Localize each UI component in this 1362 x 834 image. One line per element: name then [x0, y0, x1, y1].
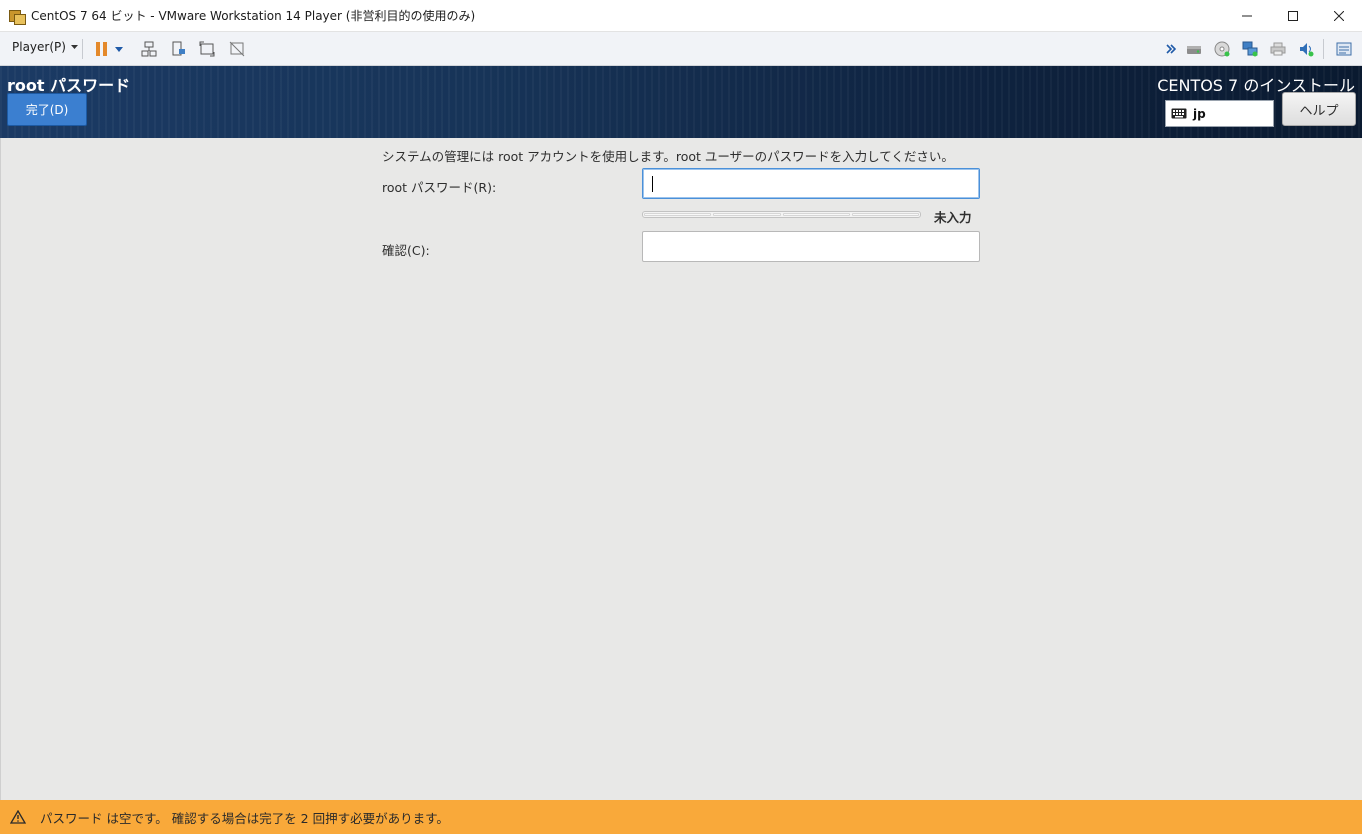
hard-disk-icon [1187, 46, 1201, 54]
network-icon [1242, 41, 1258, 57]
root-password-input[interactable] [642, 168, 980, 199]
fullscreen-icon [199, 41, 215, 57]
keyboard-layout-indicator[interactable]: jp [1165, 100, 1274, 127]
printer-icon [1270, 42, 1286, 56]
close-button[interactable] [1316, 0, 1362, 31]
window-title-bar: CentOS 7 64 ビット - VMware Workstation 14 … [0, 0, 1362, 32]
network-keys-icon [141, 41, 157, 57]
pause-dropdown[interactable] [113, 39, 125, 59]
keyboard-icon [1171, 108, 1187, 119]
chevron-down-icon [115, 46, 123, 52]
message-log-button[interactable] [1334, 39, 1354, 59]
sound-icon [1300, 43, 1314, 57]
vmware-app-icon [9, 8, 26, 25]
warning-icon [10, 810, 26, 824]
toolbar-divider [1323, 39, 1324, 59]
close-icon [1334, 10, 1344, 21]
window-title: CentOS 7 64 ビット - VMware Workstation 14 … [31, 9, 476, 23]
player-toolbar: Player(P) [0, 32, 1362, 66]
root-password-form: システムの管理には root アカウントを使用します。root ユーザーのパスワ… [0, 138, 1362, 800]
warning-message: パスワード は空です。 確認する場合は完了を 2 回押す必要があります。 [40, 810, 449, 826]
pause-button[interactable] [92, 39, 112, 59]
send-ctrl-alt-del-button[interactable] [139, 39, 159, 59]
cd-dvd-button[interactable] [1212, 39, 1232, 59]
maximize-button[interactable] [1270, 0, 1316, 31]
sound-card-button[interactable] [1296, 39, 1316, 59]
text-cursor [652, 176, 653, 192]
done-button[interactable]: 完了(D) [7, 93, 87, 126]
network-adapter-button[interactable] [1240, 39, 1260, 59]
unity-disabled-icon [229, 41, 245, 57]
hard-disk-button[interactable] [1184, 39, 1204, 59]
printer-button[interactable] [1268, 39, 1288, 59]
maximize-icon [1288, 10, 1298, 21]
confirm-password-input[interactable] [642, 231, 980, 262]
installer-header: root パスワード 完了(D) CENTOS 7 のインストール jp ヘルプ [0, 66, 1362, 138]
keyboard-layout-label: jp [1193, 106, 1206, 121]
confirm-label: 確認(C): [382, 243, 430, 258]
more-devices-button[interactable] [1164, 39, 1178, 59]
device-icon [172, 41, 185, 56]
chevron-down-icon [70, 45, 78, 49]
removable-devices-button[interactable] [168, 39, 188, 59]
minimize-button[interactable] [1224, 0, 1270, 31]
form-description: システムの管理には root アカウントを使用します。root ユーザーのパスワ… [382, 149, 954, 164]
player-menu-label: Player(P) [12, 40, 66, 54]
minimize-icon [1242, 15, 1252, 16]
player-menu[interactable]: Player(P) [12, 40, 78, 54]
unity-button[interactable] [227, 39, 247, 59]
password-strength-label: 未入力 [934, 210, 972, 225]
message-log-icon [1336, 42, 1352, 56]
password-strength-meter [642, 211, 921, 218]
double-chevron-right-icon [1166, 44, 1176, 54]
fullscreen-button[interactable] [197, 39, 217, 59]
pause-icon [96, 42, 107, 56]
help-button[interactable]: ヘルプ [1282, 92, 1356, 126]
password-label: root パスワード(R): [382, 180, 497, 195]
warning-bar: パスワード は空です。 確認する場合は完了を 2 回押す必要があります。 [0, 800, 1362, 834]
cd-icon [1214, 41, 1230, 57]
toolbar-divider [82, 39, 83, 59]
